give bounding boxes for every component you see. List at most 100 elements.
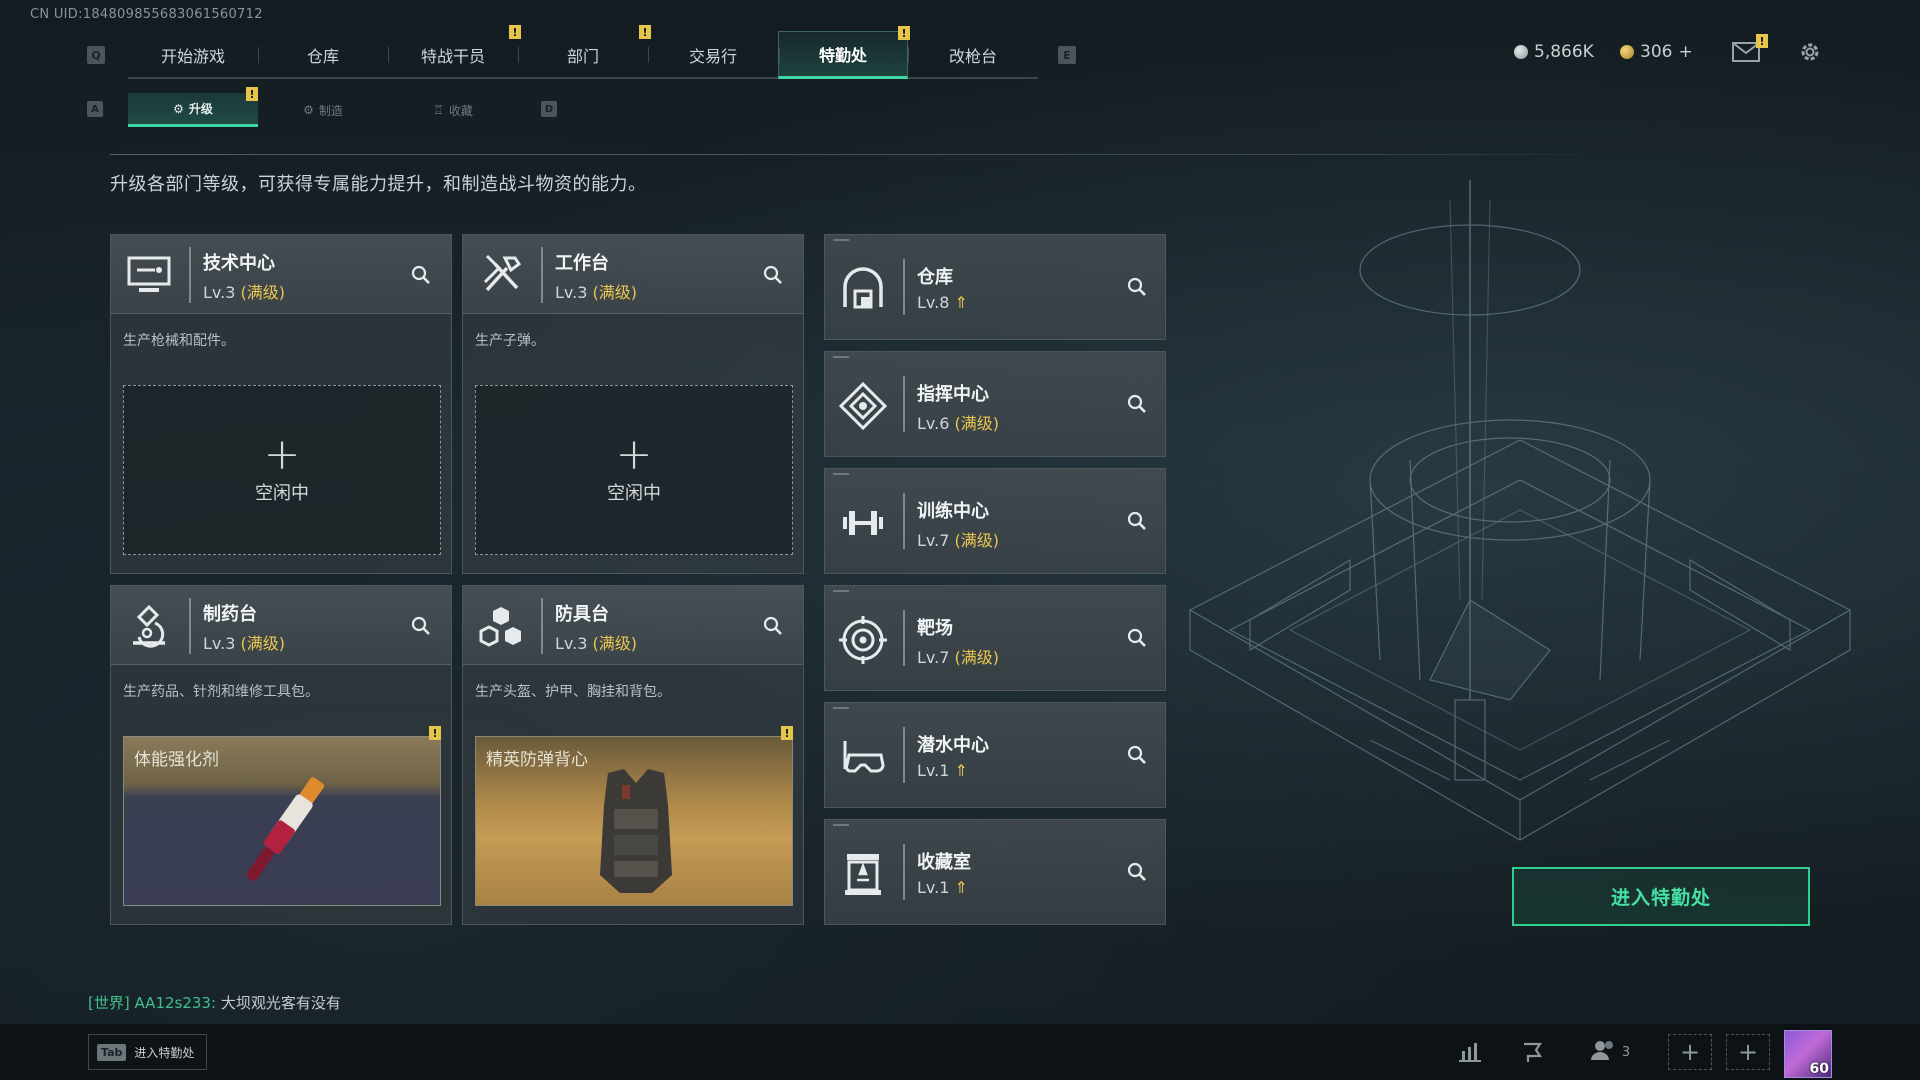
department-level: Lv.3 (满级)	[203, 279, 285, 303]
search-icon[interactable]	[1123, 741, 1151, 769]
nav-right-key-hint: E	[1058, 46, 1076, 64]
max-level-tag: (满级)	[240, 634, 286, 653]
tab-special-ops[interactable]: 特勤处 !	[778, 26, 910, 79]
production-slot-item[interactable]: 体能强化剂	[123, 736, 441, 906]
department-card-workbench[interactable]: 工作台 Lv.3 (满级) 生产子弹。 + 空闲中	[462, 234, 804, 574]
settings-gear-icon[interactable]	[1798, 40, 1822, 64]
divider	[903, 376, 905, 432]
search-icon[interactable]	[1123, 390, 1151, 418]
divider	[903, 727, 905, 783]
subtab-craft[interactable]: ⚙ 制造	[258, 93, 388, 127]
department-name: 仓库	[917, 267, 953, 288]
upgrade-arrow-icon: ⇑	[954, 293, 968, 312]
tab-start-game[interactable]: 开始游戏	[128, 31, 258, 79]
tab-operators[interactable]: 特战干员 !	[388, 25, 521, 79]
target-icon	[839, 616, 887, 664]
hammer-icon	[477, 250, 525, 298]
level-value: Lv.1	[917, 878, 950, 897]
tab-warehouse[interactable]: 仓库	[258, 31, 388, 79]
subtab-collection[interactable]: ♖ 收藏	[388, 93, 518, 127]
level-value: Lv.1	[917, 761, 950, 780]
subtab-upgrade[interactable]: ⚙ 升级 !	[128, 87, 258, 127]
production-slot-empty[interactable]: + 空闲中	[123, 385, 441, 555]
search-icon[interactable]	[1123, 624, 1151, 652]
gold-currency[interactable]: 306 +	[1620, 42, 1693, 62]
search-icon[interactable]	[1123, 273, 1151, 301]
product-name: 精英防弹背心	[486, 750, 588, 770]
divider	[903, 493, 905, 549]
notification-badge: !	[1756, 34, 1768, 48]
silver-currency[interactable]: 5,866K	[1514, 42, 1594, 62]
tab-gunsmith[interactable]: 改枪台	[908, 31, 1038, 79]
department-name: 制药台	[203, 604, 257, 625]
tab-department[interactable]: 部门 !	[518, 25, 651, 79]
search-icon[interactable]	[407, 261, 435, 289]
corner-mark	[833, 707, 849, 709]
search-icon[interactable]	[1123, 507, 1151, 535]
enter-special-ops-shortcut[interactable]: Tab 进入特勤处	[88, 1034, 208, 1070]
department-level: Lv.3 (满级)	[555, 630, 637, 654]
upgrade-arrow-icon: ⇑	[954, 761, 968, 780]
department-card-tech-center[interactable]: 技术中心 Lv.3 (满级) 生产枪械和配件。 + 空闲中	[110, 234, 452, 574]
level-value: Lv.6	[917, 414, 950, 433]
department-card-armor-bench[interactable]: 防具台 Lv.3 (满级) 生产头盔、护甲、胸挂和背包。 精英防弹背心 !	[462, 585, 804, 925]
department-card-command-center[interactable]: 指挥中心 Lv.6 (满级)	[824, 351, 1166, 457]
add-slot-button[interactable]: +	[1668, 1034, 1712, 1070]
player-level: 60	[1809, 1061, 1829, 1077]
craft-gear-icon: ⚙	[303, 103, 314, 117]
command-icon	[838, 381, 888, 431]
divider	[110, 154, 1580, 155]
search-icon[interactable]	[759, 612, 787, 640]
department-card-pharmacy[interactable]: 制药台 Lv.3 (满级) 生产药品、针剂和维修工具包。 体能强化剂 !	[110, 585, 452, 925]
divider	[189, 598, 191, 654]
shortcut-label: 进入特勤处	[134, 1045, 195, 1060]
friends-button[interactable]: 3	[1582, 1034, 1638, 1070]
department-name: 技术中心	[203, 253, 275, 274]
level-value: Lv.7	[917, 648, 950, 667]
slot-status: 空闲中	[607, 483, 661, 504]
chat-username: AA12s233:	[134, 994, 217, 1012]
mail-icon[interactable]: !	[1732, 34, 1768, 62]
department-name: 防具台	[555, 604, 609, 625]
diving-mask-icon	[839, 733, 887, 781]
warehouse-icon	[839, 265, 887, 313]
add-gold-button[interactable]: +	[1678, 42, 1692, 62]
level-value: Lv.3	[555, 634, 588, 653]
department-card-training-center[interactable]: 训练中心 Lv.7 (满级)	[824, 468, 1166, 574]
department-description: 生产头盔、护甲、胸挂和背包。	[475, 684, 671, 700]
corner-mark	[833, 824, 849, 826]
notification-badge: !	[781, 726, 793, 740]
add-slot-button[interactable]: +	[1726, 1034, 1770, 1070]
world-chat-line[interactable]: [世界] AA12s233: 大坝观光客有没有	[88, 992, 341, 1013]
department-level: Lv.7 (满级)	[917, 527, 999, 551]
department-card-collection-room[interactable]: 收藏室 Lv.1 ⇑	[824, 819, 1166, 925]
tab-key-hint: Tab	[97, 1043, 127, 1061]
corner-mark	[833, 239, 849, 241]
base-3d-model-illustration	[1170, 180, 1870, 900]
department-level: Lv.1 ⇑	[917, 761, 968, 780]
search-icon[interactable]	[407, 612, 435, 640]
department-description: 生产药品、针剂和维修工具包。	[123, 684, 319, 700]
main-nav: 开始游戏 仓库 特战干员 ! 部门 ! 交易行 特勤处 ! 改枪台	[128, 25, 1038, 79]
level-value: Lv.3	[555, 283, 588, 302]
department-card-shooting-range[interactable]: 靶场 Lv.7 (满级)	[824, 585, 1166, 691]
divider	[903, 610, 905, 666]
enter-special-ops-button[interactable]: 进入特勤处	[1512, 867, 1810, 926]
silver-amount: 5,866K	[1534, 42, 1594, 62]
corner-mark	[833, 590, 849, 592]
department-level: Lv.8 ⇑	[917, 293, 968, 312]
production-slot-item[interactable]: 精英防弹背心	[475, 736, 793, 906]
department-card-warehouse[interactable]: 仓库 Lv.8 ⇑	[824, 234, 1166, 340]
tab-trading[interactable]: 交易行	[648, 31, 778, 79]
flag-icon[interactable]	[1510, 1034, 1554, 1070]
cubes-icon	[477, 601, 525, 649]
search-icon[interactable]	[759, 261, 787, 289]
monitor-icon	[125, 250, 173, 298]
stats-chart-icon[interactable]	[1448, 1034, 1492, 1070]
production-slot-empty[interactable]: + 空闲中	[475, 385, 793, 555]
player-avatar[interactable]: 60	[1784, 1030, 1832, 1078]
department-card-diving-center[interactable]: 潜水中心 Lv.1 ⇑	[824, 702, 1166, 808]
tab-label: 特战干员	[420, 47, 485, 66]
search-icon[interactable]	[1123, 858, 1151, 886]
level-value: Lv.3	[203, 634, 236, 653]
